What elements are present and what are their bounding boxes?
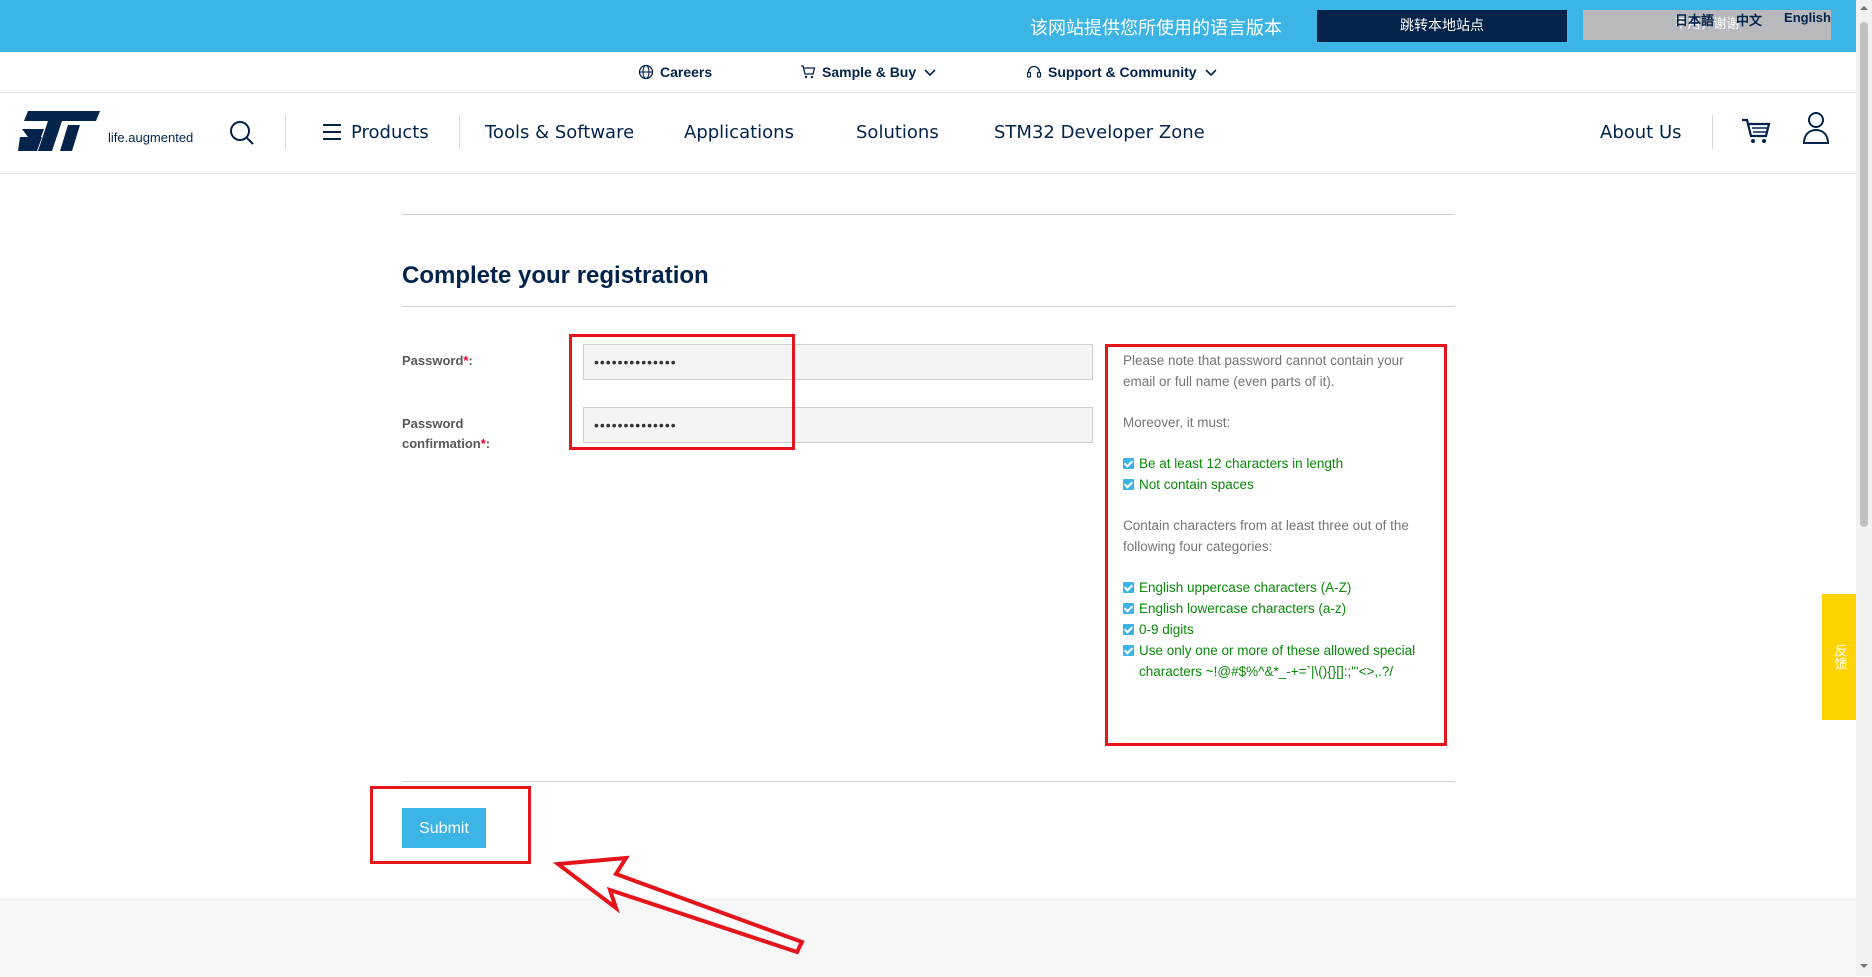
shopping-cart-icon[interactable] [1740,115,1772,147]
scrollbar-thumb[interactable] [1860,22,1868,527]
secondary-nav: Careers Sample & Buy Support & Community [0,52,1856,93]
annotation-box-password-rules [1105,344,1447,746]
footer-band [0,899,1856,977]
hamburger-menu-icon[interactable] [322,123,342,141]
divider [459,115,460,149]
st-logo-icon [18,111,100,151]
password-label: Password*: [402,353,473,368]
scroll-down-arrow-icon[interactable] [1860,962,1868,970]
divider [1712,115,1713,149]
divider [285,115,286,149]
scroll-up-arrow-icon[interactable] [1860,4,1868,12]
globe-icon [638,64,654,80]
main-header: life.augmented Products Tools & Software… [0,93,1856,174]
support-community-menu[interactable]: Support & Community [1026,64,1219,80]
page-title: Complete your registration [402,262,709,289]
user-account-icon[interactable] [1802,111,1830,145]
language-option-english[interactable]: English [1784,10,1831,29]
careers-label: Careers [660,64,713,80]
support-community-label: Support & Community [1048,64,1197,80]
careers-link[interactable]: Careers [638,64,712,80]
language-switcher: 日本語 中文 English [1675,10,1831,29]
nav-applications[interactable]: Applications [684,122,794,143]
goto-local-site-button[interactable]: 跳转本地站点 [1317,10,1567,42]
nav-tools-software[interactable]: Tools & Software [485,122,634,143]
logo-tagline: life.augmented [108,130,194,145]
annotation-box-password-fields [569,334,795,450]
title-divider [402,306,1455,307]
feedback-tab[interactable]: 反馈 [1822,594,1856,720]
nav-solutions[interactable]: Solutions [856,122,939,143]
language-banner: 该网站提供您所使用的语言版本 跳转本地站点 不用，谢谢 日本語 中文 Engli… [0,0,1856,52]
cart-small-icon [801,65,816,79]
annotation-arrow-icon [552,855,805,955]
chevron-down-icon [924,69,936,77]
password-confirmation-label: Password confirmation*: [402,416,491,451]
nav-stm32-developer-zone[interactable]: STM32 Developer Zone [994,122,1205,143]
chevron-down-icon [1204,69,1217,77]
top-divider [402,214,1455,215]
st-logo[interactable]: life.augmented [18,107,193,153]
headset-icon [1026,65,1042,78]
annotation-box-submit [370,786,531,864]
language-option-japanese[interactable]: 日本語 [1675,10,1714,29]
sample-buy-label: Sample & Buy [822,64,917,80]
nav-products[interactable]: Products [351,122,429,143]
language-option-chinese[interactable]: 中文 [1736,10,1762,29]
search-icon[interactable] [228,119,256,147]
form-bottom-divider [402,781,1455,782]
nav-about-us[interactable]: About Us [1600,122,1682,143]
language-banner-message: 该网站提供您所使用的语言版本 [1030,18,1282,39]
sample-buy-menu[interactable]: Sample & Buy [800,64,938,80]
